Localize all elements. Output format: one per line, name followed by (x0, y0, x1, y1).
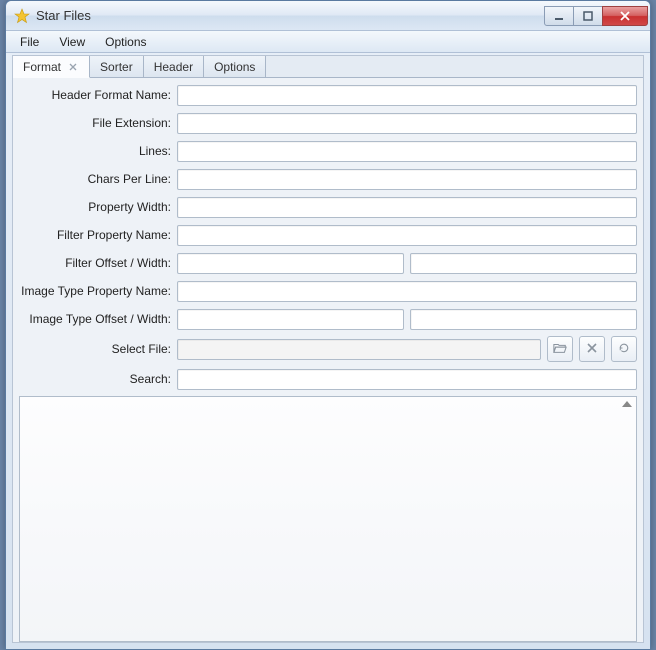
minimize-button[interactable] (544, 6, 574, 26)
row-header-format-name: Header Format Name: (19, 84, 637, 106)
label-image-type-property-name: Image Type Property Name: (19, 284, 177, 298)
label-header-format-name: Header Format Name: (19, 88, 177, 102)
row-image-type-property-name: Image Type Property Name: (19, 280, 637, 302)
window-title: Star Files (36, 8, 545, 23)
close-tab-icon[interactable] (67, 61, 79, 73)
filter-offset-input[interactable] (177, 253, 404, 274)
label-file-extension: File Extension: (19, 116, 177, 130)
label-property-width: Property Width: (19, 200, 177, 214)
tab-options[interactable]: Options (204, 56, 266, 77)
refresh-file-button[interactable] (611, 336, 637, 362)
maximize-button[interactable] (573, 6, 603, 26)
row-chars-per-line: Chars Per Line: (19, 168, 637, 190)
row-filter-property-name: Filter Property Name: (19, 224, 637, 246)
label-lines: Lines: (19, 144, 177, 158)
label-chars-per-line: Chars Per Line: (19, 172, 177, 186)
tab-label: Header (154, 60, 193, 74)
app-icon (14, 8, 30, 24)
tab-label: Sorter (100, 60, 133, 74)
scroll-up-icon[interactable] (622, 401, 632, 407)
property-width-input[interactable] (177, 197, 637, 218)
row-search: Search: (19, 368, 637, 390)
window-controls (545, 6, 648, 26)
row-lines: Lines: (19, 140, 637, 162)
row-filter-offset-width: Filter Offset / Width: (19, 252, 637, 274)
label-filter-property-name: Filter Property Name: (19, 228, 177, 242)
form: Header Format Name: File Extension: Line… (13, 78, 643, 390)
label-filter-offset-width: Filter Offset / Width: (19, 256, 177, 270)
file-extension-input[interactable] (177, 113, 637, 134)
tab-format[interactable]: Format (13, 56, 90, 78)
row-property-width: Property Width: (19, 196, 637, 218)
image-type-width-input[interactable] (410, 309, 637, 330)
lines-input[interactable] (177, 141, 637, 162)
close-button[interactable] (602, 6, 648, 26)
tab-sorter[interactable]: Sorter (90, 56, 144, 77)
menu-view[interactable]: View (49, 33, 95, 51)
menu-options[interactable]: Options (95, 33, 156, 51)
menubar: File View Options (6, 31, 650, 53)
row-select-file: Select File: (19, 336, 637, 362)
row-file-extension: File Extension: (19, 112, 637, 134)
filter-width-input[interactable] (410, 253, 637, 274)
app-window: Star Files File View Options Format (5, 0, 651, 650)
open-file-button[interactable] (547, 336, 573, 362)
label-image-type-offset-width: Image Type Offset / Width: (19, 312, 177, 326)
image-type-offset-input[interactable] (177, 309, 404, 330)
label-select-file: Select File: (19, 342, 177, 356)
chars-per-line-input[interactable] (177, 169, 637, 190)
client-area: Format Sorter Header Options Header Form… (12, 55, 644, 643)
row-image-type-offset-width: Image Type Offset / Width: (19, 308, 637, 330)
folder-open-icon (553, 341, 567, 358)
close-icon (587, 342, 597, 356)
tab-label: Options (214, 60, 255, 74)
filter-property-name-input[interactable] (177, 225, 637, 246)
label-search: Search: (19, 372, 177, 386)
image-type-property-name-input[interactable] (177, 281, 637, 302)
results-panel[interactable] (19, 396, 637, 642)
tabstrip: Format Sorter Header Options (13, 56, 643, 78)
titlebar[interactable]: Star Files (6, 1, 650, 31)
search-input[interactable] (177, 369, 637, 390)
tabstrip-spacer (266, 56, 643, 77)
header-format-name-input[interactable] (177, 85, 637, 106)
menu-file[interactable]: File (10, 33, 49, 51)
tab-label: Format (23, 60, 61, 74)
clear-file-button[interactable] (579, 336, 605, 362)
select-file-input[interactable] (177, 339, 541, 360)
tab-header[interactable]: Header (144, 56, 204, 77)
refresh-icon (618, 342, 630, 357)
